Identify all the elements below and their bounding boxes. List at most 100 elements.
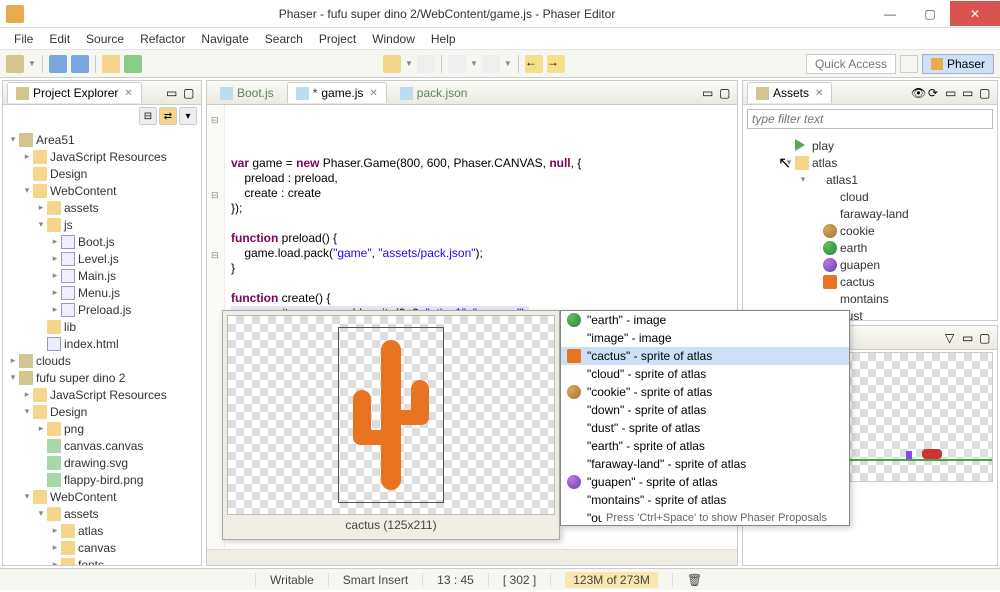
tree-item[interactable]: canvas.canvas xyxy=(5,437,199,454)
tree-item[interactable]: Design xyxy=(5,165,199,182)
autocomplete-item[interactable]: "cactus" - sprite of atlas xyxy=(561,347,849,365)
maximize-button[interactable]: ▢ xyxy=(910,1,950,26)
menu-window[interactable]: Window xyxy=(364,30,423,48)
tree-item[interactable]: ▸clouds xyxy=(5,352,199,369)
tree-item[interactable]: ▸atlas xyxy=(5,522,199,539)
autocomplete-item[interactable]: "faraway-land" - sprite of atlas xyxy=(561,455,849,473)
tree-item[interactable]: faraway-land xyxy=(745,205,995,222)
autocomplete-item[interactable]: "montains" - sprite of atlas xyxy=(561,491,849,509)
view-menu-icon[interactable]: ▾ xyxy=(179,107,197,125)
tree-item[interactable]: flappy-bird.png xyxy=(5,471,199,488)
autocomplete-item[interactable]: "earth" - image xyxy=(561,311,849,329)
tree-item[interactable]: ▸JavaScript Resources xyxy=(5,148,199,165)
tree-item[interactable]: ▸assets xyxy=(5,199,199,216)
menu-source[interactable]: Source xyxy=(78,30,132,48)
run-icon[interactable] xyxy=(124,55,142,73)
tree-item[interactable]: index.html xyxy=(5,335,199,352)
close-button[interactable]: ✕ xyxy=(950,1,1000,26)
assets-filter-input[interactable] xyxy=(747,109,993,129)
new-icon[interactable] xyxy=(6,55,24,73)
collapse-all-icon[interactable]: ⊟ xyxy=(139,107,157,125)
tree-item[interactable]: guapen xyxy=(745,256,995,273)
tree-item[interactable]: ▾WebContent xyxy=(5,182,199,199)
menu-file[interactable]: File xyxy=(6,30,41,48)
editor-tab[interactable]: *game.js✕ xyxy=(287,82,387,103)
tab-project-explorer[interactable]: Project Explorer ✕ xyxy=(7,82,142,103)
minimize-view-icon[interactable]: ▭ xyxy=(166,86,180,100)
menu-project[interactable]: Project xyxy=(311,30,364,48)
maximize-view-icon[interactable]: ▢ xyxy=(183,86,197,100)
min-icon[interactable]: ▭ xyxy=(962,86,976,100)
tree-item[interactable]: ▾atlas1 xyxy=(745,171,995,188)
tree-item[interactable]: ▾atlas xyxy=(745,154,995,171)
tree-item[interactable]: cactus xyxy=(745,273,995,290)
tree-item[interactable]: drawing.svg xyxy=(5,454,199,471)
project-tree[interactable]: ▾Area51▸JavaScript ResourcesDesign▾WebCo… xyxy=(3,127,201,565)
tree-item[interactable]: ▸Main.js xyxy=(5,267,199,284)
gc-icon[interactable]: 🗑 xyxy=(672,573,716,587)
tree-item[interactable]: ▾Design xyxy=(5,403,199,420)
menu-help[interactable]: Help xyxy=(423,30,464,48)
nav-fwd-icon[interactable]: → xyxy=(547,55,565,73)
menu-icon[interactable]: ▽ xyxy=(945,331,959,345)
autocomplete-item[interactable]: "cookie" - sprite of atlas xyxy=(561,383,849,401)
tree-item[interactable]: earth xyxy=(745,239,995,256)
tree-item[interactable]: ▸fonts xyxy=(5,556,199,565)
link-editor-icon[interactable]: ⇄ xyxy=(159,107,177,125)
tree-item[interactable]: ▸Preload.js xyxy=(5,301,199,318)
editor-tab[interactable]: Boot.js xyxy=(211,82,283,103)
refresh-icon[interactable]: ⟳ xyxy=(928,86,942,100)
tree-item[interactable]: ▾fufu super dino 2 xyxy=(5,369,199,386)
menu-search[interactable]: Search xyxy=(257,30,311,48)
autocomplete-item[interactable]: "down" - sprite of atlas xyxy=(561,401,849,419)
minimize-button[interactable]: — xyxy=(870,1,910,26)
tree-item[interactable]: ▾Area51 xyxy=(5,131,199,148)
tree-item[interactable]: ▸canvas xyxy=(5,539,199,556)
tree-item[interactable]: ▾WebContent xyxy=(5,488,199,505)
menu-navigate[interactable]: Navigate xyxy=(193,30,256,48)
tree-item[interactable]: montains xyxy=(745,290,995,307)
wand-icon[interactable] xyxy=(383,55,401,73)
tree-item[interactable]: cloud xyxy=(745,188,995,205)
tree-item[interactable]: ▸Menu.js xyxy=(5,284,199,301)
tree-item[interactable]: cookie xyxy=(745,222,995,239)
tab-assets[interactable]: Assets ✕ xyxy=(747,82,832,103)
close-tab-icon[interactable]: ✕ xyxy=(124,88,132,99)
tree-item[interactable]: play xyxy=(745,137,995,154)
min-icon[interactable]: ▭ xyxy=(702,86,716,100)
autocomplete-item[interactable]: "image" - image xyxy=(561,329,849,347)
nav-back-icon[interactable]: ← xyxy=(525,55,543,73)
close-tab-icon[interactable]: ✕ xyxy=(815,88,823,99)
autocomplete-item[interactable]: "dust" - sprite of atlas xyxy=(561,419,849,437)
save-all-icon[interactable] xyxy=(71,55,89,73)
tree-item[interactable]: ▸JavaScript Resources xyxy=(5,386,199,403)
autocomplete-popup[interactable]: "earth" - image"image" - image"cactus" -… xyxy=(560,310,850,526)
tree-item[interactable]: lib xyxy=(5,318,199,335)
editor-scrollbar[interactable] xyxy=(207,549,737,565)
max-icon[interactable]: ▢ xyxy=(979,86,993,100)
tool2-icon[interactable] xyxy=(448,55,466,73)
perspective-phaser[interactable]: Phaser xyxy=(922,54,994,74)
save-icon[interactable] xyxy=(49,55,67,73)
tree-item[interactable]: ▸Level.js xyxy=(5,250,199,267)
tree-item[interactable]: ▸png xyxy=(5,420,199,437)
tree-item[interactable]: ▾assets xyxy=(5,505,199,522)
assets-tree[interactable]: play▾atlas▾atlas1cloudfaraway-landcookie… xyxy=(743,133,997,320)
autocomplete-item[interactable]: "cloud" - sprite of atlas xyxy=(561,365,849,383)
tool3-icon[interactable] xyxy=(482,55,500,73)
build-icon[interactable] xyxy=(102,55,120,73)
view2-icon[interactable]: ▭ xyxy=(945,86,959,100)
dropdown-icon[interactable]: ▼ xyxy=(28,59,36,68)
tree-item[interactable]: ▾js xyxy=(5,216,199,233)
perspective-switcher-icon[interactable] xyxy=(900,55,918,73)
view-icon[interactable]: 👁 xyxy=(911,86,925,100)
autocomplete-item[interactable]: "earth" - sprite of atlas xyxy=(561,437,849,455)
quick-access[interactable]: Quick Access xyxy=(806,54,896,74)
editor-tab[interactable]: pack.json xyxy=(391,82,477,103)
max2-icon[interactable]: ▢ xyxy=(979,331,993,345)
tree-item[interactable]: ▸Boot.js xyxy=(5,233,199,250)
min2-icon[interactable]: ▭ xyxy=(962,331,976,345)
menu-edit[interactable]: Edit xyxy=(41,30,78,48)
tool-icon[interactable] xyxy=(417,55,435,73)
autocomplete-item[interactable]: "guapen" - sprite of atlas xyxy=(561,473,849,491)
